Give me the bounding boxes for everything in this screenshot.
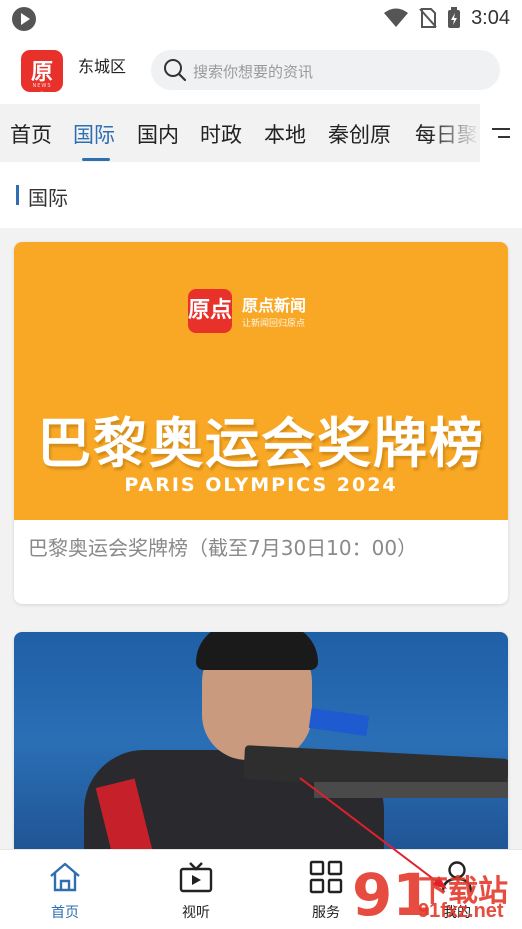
status-bar: 3:04 (0, 0, 522, 36)
nav-home-label: 首页 (51, 905, 79, 921)
banner-slogan: 让新闻回归原点 (242, 319, 306, 329)
section-header: 国际 (0, 162, 522, 228)
banner-subtitle: PARIS OLYMPICS 2024 (124, 474, 398, 496)
no-sim-icon (419, 8, 437, 28)
tab-home[interactable]: 首页 (10, 119, 52, 149)
media-play-icon (12, 7, 36, 31)
nav-video-label: 视听 (182, 905, 210, 921)
tab-international[interactable]: 国际 (73, 119, 115, 149)
logo-sub: NEWS (32, 83, 52, 89)
location-selector[interactable]: 东城区 (78, 53, 126, 77)
menu-icon-line (498, 136, 510, 138)
photo-athlete-hair (196, 632, 318, 670)
status-icons: 3:04 (383, 6, 510, 30)
tab-local[interactable]: 本地 (264, 119, 306, 149)
menu-icon-line (492, 128, 510, 130)
battery-icon (448, 7, 461, 28)
news-photo (14, 632, 508, 872)
watermark-url: 91fxz.net (418, 900, 504, 922)
nav-home[interactable]: 首页 (15, 850, 115, 929)
banner-title: 巴黎奥运会奖牌榜 (37, 412, 485, 475)
tab-politics[interactable]: 时政 (200, 119, 242, 149)
active-tab-indicator (82, 158, 110, 161)
banner-brand: 原点新闻 (242, 296, 307, 315)
app-header: 原点 NEWS 东城区 搜索你想要的资讯 (0, 36, 522, 104)
channel-tabs: 首页 国际 国内 时政 本地 秦创原 每日聚 (0, 104, 522, 162)
search-placeholder: 搜索你想要的资讯 (193, 63, 314, 81)
section-title: 国际 (28, 186, 68, 210)
tab-track: 首页 国际 国内 时政 本地 秦创原 每日聚 (0, 104, 480, 162)
clock: 3:04 (471, 6, 510, 29)
tab-menu-button[interactable] (480, 104, 522, 162)
news-card[interactable]: 原点 原点新闻 让新闻回归原点 巴黎奥运会奖牌榜 PARIS OLYMPICS … (14, 242, 508, 604)
site-watermark: 91 下载站 91fxz.net (352, 864, 520, 926)
photo-rifle-stock (314, 782, 508, 798)
news-card[interactable] (14, 632, 508, 872)
tab-fade (430, 104, 480, 162)
wifi-icon (384, 8, 409, 27)
home-icon (50, 862, 80, 892)
photo-rifle-sight (308, 708, 370, 736)
tab-domestic[interactable]: 国内 (137, 119, 179, 149)
tv-icon (179, 862, 213, 893)
tab-qinchuangyuan[interactable]: 秦创原 (328, 119, 391, 149)
app-logo[interactable]: 原点 NEWS (21, 50, 63, 92)
news-card-banner: 原点 原点新闻 让新闻回归原点 巴黎奥运会奖牌榜 PARIS OLYMPICS … (14, 242, 508, 520)
grid-icon (309, 860, 343, 894)
banner-logo: 原点 (188, 289, 232, 333)
search-icon (164, 59, 187, 82)
search-bar[interactable]: 搜索你想要的资讯 (151, 50, 500, 90)
news-card-title[interactable]: 巴黎奥运会奖牌榜（截至7月30日10：00） (28, 532, 417, 561)
nav-video[interactable]: 视听 (146, 850, 246, 929)
section-accent-bar (16, 185, 19, 205)
